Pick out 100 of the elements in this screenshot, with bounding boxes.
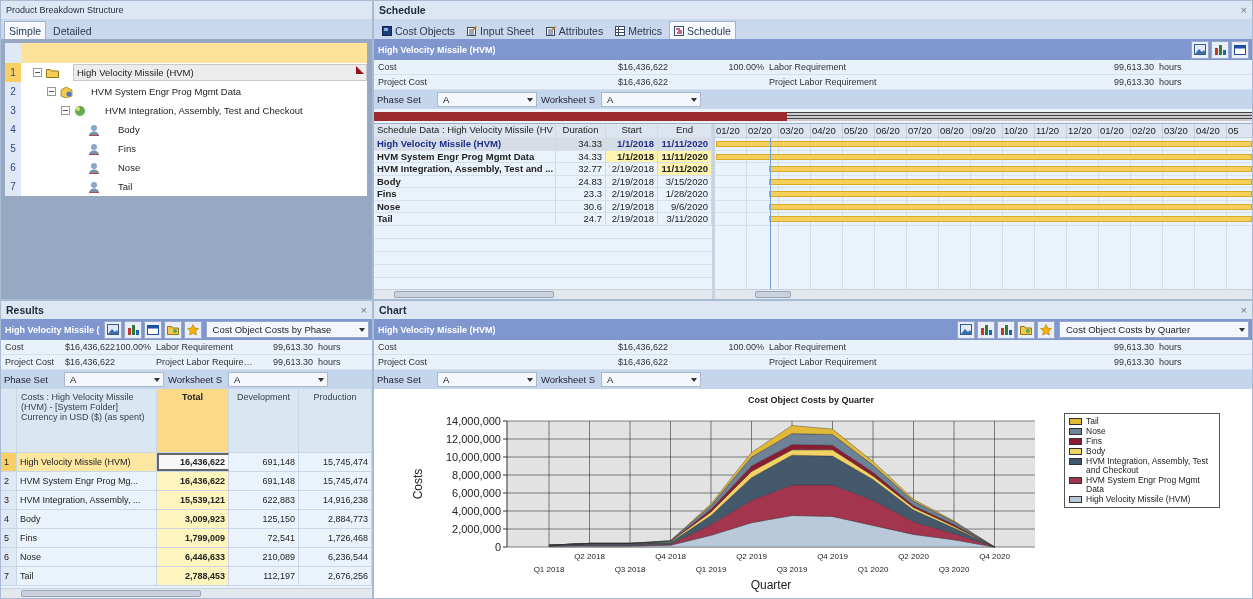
tab[interactable]: Detailed [48, 21, 97, 39]
column-header: End [658, 124, 712, 137]
worksheet-select[interactable]: A [228, 372, 328, 387]
table-cell: 15,539,121 [157, 491, 229, 509]
toolbar-button[interactable] [1211, 40, 1229, 59]
info-value: $16,436,622 [63, 342, 115, 352]
horizontal-scrollbar[interactable] [374, 289, 712, 299]
gantt-bar[interactable] [716, 153, 1252, 160]
caret-icon [691, 97, 697, 102]
month-header: 05/20 [843, 124, 875, 137]
y-tick-label: 8,000,000 [452, 469, 501, 481]
toolbar-button[interactable] [163, 320, 182, 339]
y-tick-label: 0 [494, 541, 501, 553]
collapse-icon[interactable] [33, 68, 42, 77]
table-cell: 125,150 [229, 510, 299, 528]
toolbar-button[interactable] [1017, 320, 1035, 339]
x-tick-label: Q4 2020 [979, 552, 1010, 561]
month-header: 04/20 [1195, 124, 1227, 137]
month-header: 11/20 [1035, 124, 1067, 137]
report-dropdown[interactable]: Cost Object Costs by Quarter [1059, 321, 1249, 338]
toolbar-button[interactable] [103, 320, 122, 339]
bar-chart-icon [980, 324, 992, 335]
tree-item[interactable]: Nose [114, 159, 142, 176]
legend-label: HVM System Engr Prog Mgmt Data [1086, 476, 1201, 494]
info-value: 99,613.30 [1112, 357, 1154, 367]
row-number: 1 [5, 63, 21, 82]
toolbar-button[interactable] [143, 320, 162, 339]
month-header: 02/20 [1131, 124, 1163, 137]
tree-item[interactable]: Fins [114, 140, 137, 157]
tab[interactable]: Simple [4, 21, 47, 39]
month-header: 03/20 [779, 124, 811, 137]
x-tick-label: Q1 2019 [695, 565, 727, 574]
legend-label: Nose [1086, 427, 1106, 436]
toolbar-button[interactable] [957, 320, 975, 339]
star-icon [1040, 323, 1052, 336]
info-unit: hours [1158, 77, 1183, 87]
y-tick-label: 6,000,000 [452, 487, 501, 499]
table-cell: 72,541 [229, 529, 299, 547]
tree-item[interactable]: Body [114, 121, 141, 138]
table-cell: 30.6 [556, 200, 606, 212]
panel-title: Results [6, 304, 44, 316]
gantt-bar[interactable] [769, 178, 1252, 185]
worksheet-select[interactable]: A [601, 92, 701, 107]
table-cell: 622,883 [229, 491, 299, 509]
table-cell: 15,745,474 [299, 472, 372, 490]
tab[interactable]: Metrics [610, 21, 668, 39]
month-header: 09/20 [971, 124, 1003, 137]
tree-item[interactable]: HVM System Engr Prog Mgmt Data [87, 83, 242, 100]
info-unit: hours [1158, 62, 1183, 72]
tab[interactable]: Input Sheet [462, 21, 539, 39]
info-unit: hours [1158, 342, 1183, 352]
field-label: Worksheet S [168, 374, 224, 385]
horizontal-scrollbar[interactable] [1, 588, 372, 598]
worksheet-select[interactable]: A [601, 372, 701, 387]
collapse-icon[interactable] [47, 87, 56, 96]
month-header: 07/20 [907, 124, 939, 137]
caret-icon [318, 377, 324, 382]
close-button[interactable]: × [360, 304, 367, 316]
person-icon [88, 123, 100, 136]
phase-set-select[interactable]: A [64, 372, 164, 387]
panel-title: Schedule [379, 4, 426, 16]
table-cell: 16,436,622 [157, 472, 229, 490]
object-title: High Velocity Missile (HVM) [378, 44, 496, 55]
horizontal-scrollbar[interactable] [715, 289, 1252, 299]
column-header: Duration [556, 124, 606, 137]
table-cell: 3,009,923 [157, 510, 229, 528]
tree-item[interactable]: Tail [114, 178, 134, 195]
info-value: $16,436,622 [616, 342, 668, 352]
field-label: Phase Set [4, 374, 49, 385]
toolbar-button[interactable] [123, 320, 142, 339]
caret-icon [359, 327, 365, 332]
close-button[interactable]: × [1240, 304, 1247, 316]
report-dropdown[interactable]: Cost Object Costs by Phase [205, 321, 369, 338]
x-tick-label: Q2 2020 [898, 552, 929, 561]
table-cell: 691,148 [229, 472, 299, 490]
info-label: Labor Requirement [768, 62, 848, 72]
x-tick-label: Q2 2018 [574, 552, 605, 561]
month-header: 08/20 [939, 124, 971, 137]
toolbar-button[interactable] [1231, 40, 1249, 59]
collapse-icon[interactable] [61, 106, 70, 115]
row-label[interactable]: High Velocity Missile (HVM) [17, 453, 157, 471]
gantt-bar[interactable] [769, 203, 1252, 210]
table-cell: 1,726,468 [299, 529, 372, 547]
row-number: 7 [1, 567, 17, 585]
phase-set-select[interactable]: A [437, 92, 537, 107]
tree-item[interactable]: HVM Integration, Assembly, Test and Checkout [101, 102, 304, 119]
sheet-icon [467, 25, 478, 36]
tab[interactable]: Attributes [540, 21, 609, 39]
y-tick-label: 10,000,000 [445, 451, 501, 463]
info-label: Cost [377, 342, 398, 352]
tab[interactable]: Schedule [669, 21, 736, 39]
month-header: 02/20 [747, 124, 779, 137]
tree-item[interactable]: High Velocity Missile (HVM) [73, 64, 367, 81]
toolbar-button[interactable] [997, 320, 1015, 339]
close-button[interactable]: × [1240, 4, 1247, 16]
phase-set-select[interactable]: A [437, 372, 537, 387]
toolbar-button[interactable] [977, 320, 995, 339]
toolbar-button[interactable] [1191, 40, 1209, 59]
tab[interactable]: Cost Objects [377, 21, 461, 39]
timeline-overview-bar[interactable] [374, 112, 1252, 121]
